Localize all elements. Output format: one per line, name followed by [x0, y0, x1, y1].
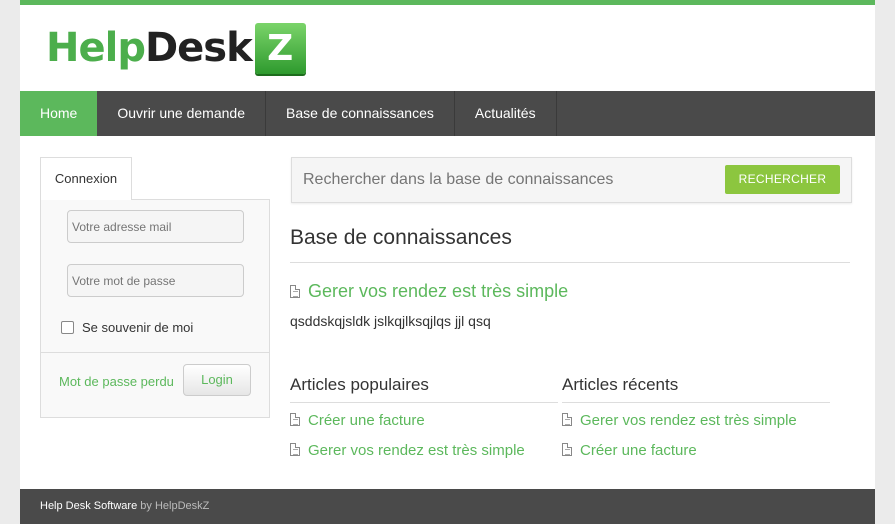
login-divider [41, 352, 269, 353]
document-icon [562, 443, 572, 456]
footer-software-text: Help Desk Software [40, 500, 138, 512]
logo-z-badge: Z [254, 22, 306, 74]
document-icon [290, 443, 300, 456]
featured-article-title: Gerer vos rendez est très simple [308, 281, 569, 301]
logo-help-text: Help [46, 25, 146, 71]
tab-login[interactable]: Connexion [40, 157, 132, 200]
featured-article-description: qsddskqjsldk jslkqjlksqjlqs jjl qsq [290, 313, 491, 329]
popular-articles: Articles populaires Créer une facture Ge… [290, 375, 558, 459]
popular-articles-title: Articles populaires [290, 375, 558, 403]
nav-item-knowledge-base[interactable]: Base de connaissances [266, 91, 455, 136]
recent-article-label: Créer une facture [580, 442, 697, 459]
footer: Help Desk Software by HelpDeskZ [20, 489, 875, 524]
remember-me[interactable]: Se souvenir de moi [61, 320, 193, 335]
popular-article-link[interactable]: Créer une facture [290, 412, 425, 429]
title-divider [290, 262, 850, 263]
recent-article-link[interactable]: Créer une facture [562, 442, 697, 459]
lost-password-link[interactable]: Mot de passe perdu [59, 374, 174, 389]
nav-item-open-request[interactable]: Ouvrir une demande [97, 91, 266, 136]
featured-article-link[interactable]: Gerer vos rendez est très simple [290, 281, 568, 302]
footer-by-link[interactable]: by HelpDeskZ [140, 500, 209, 512]
recent-articles: Articles récents Gerer vos rendez est tr… [562, 375, 830, 459]
remember-label: Se souvenir de moi [82, 320, 194, 335]
nav-item-news[interactable]: Actualités [455, 91, 557, 136]
page-container: Help Desk Z Home Ouvrir une demande Base… [20, 0, 875, 524]
logo[interactable]: Help Desk Z [46, 20, 306, 76]
popular-article-link[interactable]: Gerer vos rendez est très simple [290, 442, 525, 459]
search-bar: RECHERCHER [291, 157, 852, 203]
top-accent-bar [20, 0, 875, 5]
email-field[interactable] [67, 210, 244, 243]
search-input[interactable] [292, 158, 712, 202]
login-button[interactable]: Login [183, 364, 251, 396]
password-field[interactable] [67, 264, 244, 297]
recent-article-label: Gerer vos rendez est très simple [580, 412, 797, 429]
remember-checkbox[interactable] [61, 321, 74, 334]
recent-article-link[interactable]: Gerer vos rendez est très simple [562, 412, 797, 429]
login-panel: Se souvenir de moi Mot de passe perdu Lo… [40, 199, 270, 418]
logo-desk-text: Desk [144, 25, 253, 71]
nav-item-home[interactable]: Home [20, 91, 98, 136]
popular-article-label: Créer une facture [308, 412, 425, 429]
document-icon [290, 413, 300, 426]
search-button[interactable]: RECHERCHER [725, 165, 840, 194]
recent-articles-title: Articles récents [562, 375, 830, 403]
main-nav: Home Ouvrir une demande Base de connaiss… [20, 91, 875, 136]
document-icon [290, 285, 300, 298]
popular-article-label: Gerer vos rendez est très simple [308, 442, 525, 459]
document-icon [562, 413, 572, 426]
page-title: Base de connaissances [290, 226, 512, 249]
